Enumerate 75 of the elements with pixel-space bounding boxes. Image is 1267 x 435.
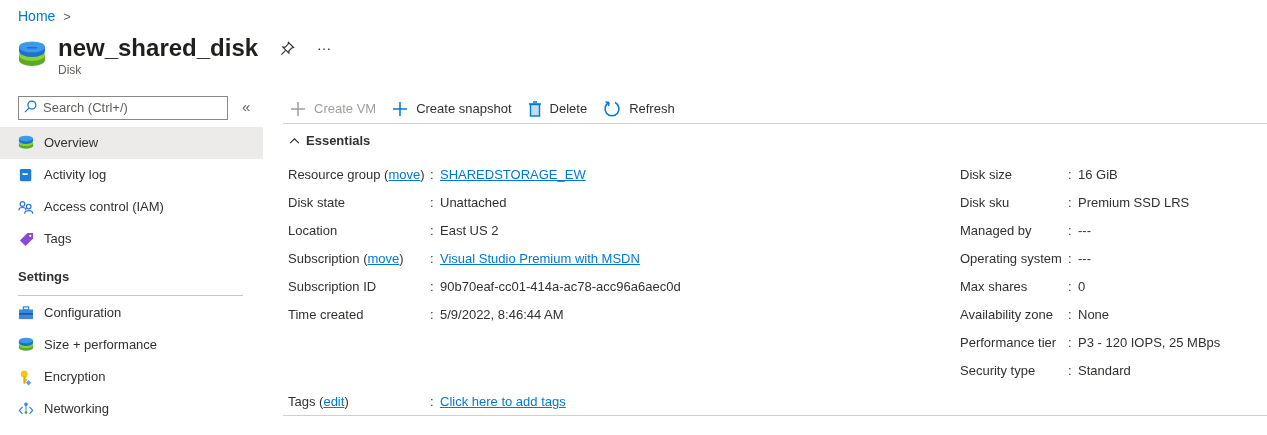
separator-colon: : bbox=[1068, 221, 1073, 240]
essentials-toggle[interactable]: Essentials bbox=[289, 131, 371, 151]
field-label: Disk size bbox=[960, 166, 1012, 182]
separator-colon: : bbox=[430, 305, 435, 324]
field-label: Location bbox=[288, 222, 338, 238]
field-label: Tags (edit) bbox=[288, 393, 349, 409]
toolbar-button[interactable]: Create snapshot bbox=[392, 99, 512, 119]
plus-icon bbox=[392, 101, 409, 117]
section-heading: Settings bbox=[18, 267, 243, 296]
toolbar-button[interactable]: Refresh bbox=[603, 99, 675, 119]
disk-icon bbox=[18, 337, 34, 353]
field-label: Time created bbox=[288, 306, 364, 322]
field-value: 16 GiB bbox=[1078, 165, 1118, 184]
field-label: Subscription ID bbox=[288, 278, 377, 294]
field-value: Standard bbox=[1078, 361, 1131, 380]
field-label: Performance tier bbox=[960, 334, 1057, 350]
toolbar-button[interactable]: Delete bbox=[527, 99, 588, 119]
trash-icon bbox=[527, 101, 542, 117]
more-button[interactable]: ··· bbox=[317, 37, 332, 59]
disk-icon bbox=[18, 41, 46, 69]
field-label: Security type bbox=[960, 362, 1036, 378]
field-label: Disk state bbox=[288, 194, 346, 210]
document-icon bbox=[18, 167, 34, 183]
network-icon bbox=[18, 401, 34, 417]
chevron-up-icon bbox=[289, 137, 300, 145]
field-value: Premium SSD LRS bbox=[1078, 193, 1190, 212]
plus-icon bbox=[290, 101, 306, 117]
field-label: Managed by bbox=[960, 222, 1032, 238]
pin-icon[interactable] bbox=[280, 40, 296, 56]
briefcase-icon bbox=[18, 305, 34, 321]
refresh-icon bbox=[603, 100, 622, 118]
value-link[interactable]: Click here to add tags bbox=[440, 391, 566, 412]
search-icon bbox=[24, 100, 37, 113]
field-label: Subscription (move) bbox=[288, 250, 404, 266]
separator-colon: : bbox=[430, 221, 435, 240]
separator-colon: : bbox=[1068, 193, 1073, 212]
collapse-button[interactable]: « bbox=[242, 95, 251, 119]
field-value: --- bbox=[1078, 221, 1091, 240]
separator-colon: : bbox=[430, 392, 435, 411]
separator-colon: : bbox=[1068, 249, 1073, 268]
sidebar-item[interactable]: Overview bbox=[0, 127, 263, 159]
move-link[interactable]: edit bbox=[323, 393, 345, 409]
breadcrumb-separator: > bbox=[63, 7, 71, 26]
field-value: Unattached bbox=[440, 193, 507, 212]
separator-colon: : bbox=[430, 165, 435, 184]
separator-colon: : bbox=[1068, 305, 1073, 324]
tag-icon bbox=[18, 231, 34, 247]
field-value: 5/9/2022, 8:46:44 AM bbox=[440, 305, 564, 324]
separator-colon: : bbox=[1068, 361, 1073, 380]
value-link[interactable]: Visual Studio Premium with MSDN bbox=[440, 248, 640, 269]
field-value: 90b70eaf-cc01-414a-ac78-acc96a6aec0d bbox=[440, 277, 681, 296]
separator-colon: : bbox=[1068, 165, 1073, 184]
field-value: 0 bbox=[1078, 277, 1086, 296]
separator-colon: : bbox=[1068, 277, 1073, 296]
page-subtitle: Disk bbox=[58, 63, 83, 77]
field-label: Disk sku bbox=[960, 194, 1010, 210]
field-label: Max shares bbox=[960, 278, 1028, 294]
separator-colon: : bbox=[430, 193, 435, 212]
value-link[interactable]: SHAREDSTORAGE_EW bbox=[440, 164, 586, 185]
field-label: Resource group (move) bbox=[288, 166, 425, 182]
field-value: None bbox=[1078, 305, 1110, 324]
field-value: East US 2 bbox=[440, 221, 499, 240]
field-label: Operating system bbox=[960, 250, 1062, 266]
people-icon bbox=[18, 199, 34, 215]
search-field[interactable]: Search (Ctrl+/) bbox=[18, 95, 228, 120]
separator-colon: : bbox=[430, 277, 435, 296]
separator-colon: : bbox=[430, 249, 435, 268]
field-value: P3 - 120 IOPS, 25 MBps bbox=[1078, 333, 1221, 352]
breadcrumb-link[interactable]: Home bbox=[18, 6, 56, 27]
separator-colon: : bbox=[1068, 333, 1073, 352]
field-value: --- bbox=[1078, 249, 1091, 268]
key-icon bbox=[18, 369, 34, 385]
disk-icon bbox=[18, 135, 34, 151]
field-label: Availability zone bbox=[960, 306, 1053, 322]
page-title: new_shared_disk bbox=[58, 33, 259, 63]
